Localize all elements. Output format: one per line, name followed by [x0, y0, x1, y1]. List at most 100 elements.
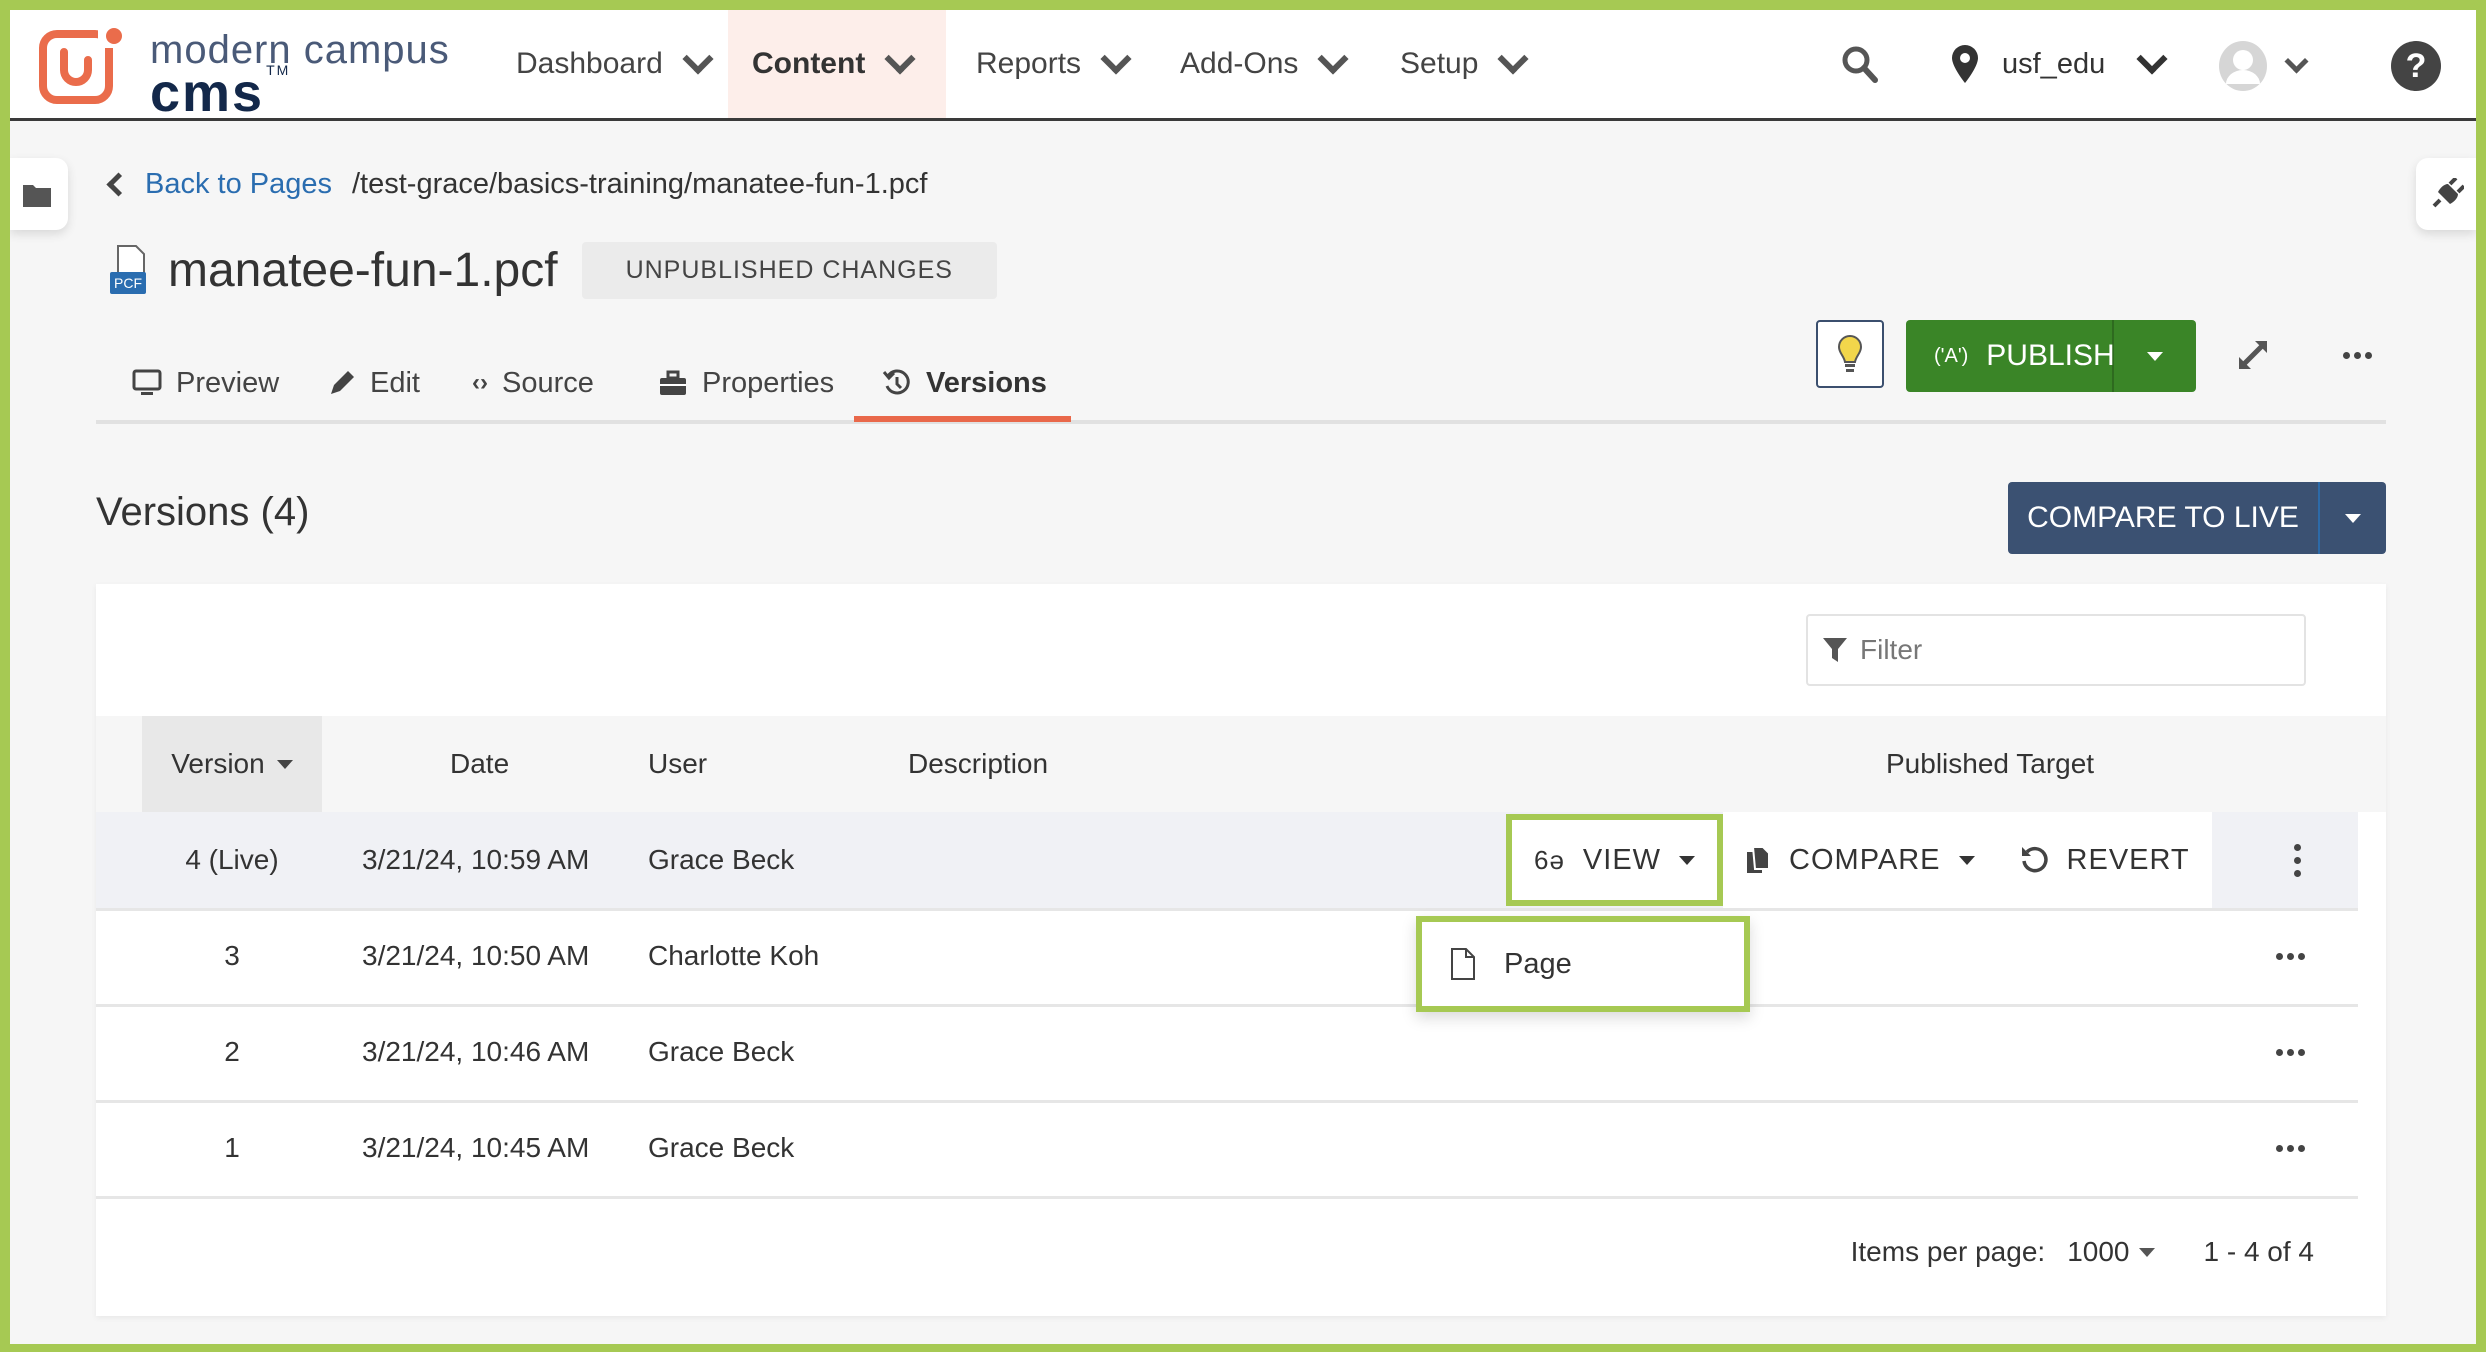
site-selector[interactable]: usf_edu — [1950, 32, 2168, 96]
view-menu: Page — [1416, 916, 1750, 1012]
page-title: PCF manatee-fun-1.pcf UNPUBLISHED CHANGE… — [110, 242, 997, 299]
row-menu-button[interactable] — [2276, 908, 2305, 1004]
user-cell: Grace Beck — [648, 1132, 795, 1163]
publish-main[interactable]: ('A') PUBLISH — [1906, 320, 2115, 392]
table-row[interactable]: 4 (Live) 3/21/24, 10:59 AM Grace Beck 6ə… — [96, 812, 2358, 911]
date-cell: 3/21/24, 10:45 AM — [362, 1132, 590, 1163]
chevron-down-icon — [1100, 43, 1132, 75]
column-header-version[interactable]: Version — [142, 716, 322, 812]
publish-label: PUBLISH — [1986, 339, 2115, 372]
chevron-down-icon — [884, 43, 916, 75]
table-row[interactable]: 2 3/21/24, 10:46 AM Grace Beck — [96, 1004, 2358, 1103]
tab-source[interactable]: ‹› Source — [472, 352, 594, 414]
version-cell: 3 — [224, 940, 240, 971]
tab-versions[interactable]: Versions — [854, 352, 1071, 422]
avatar — [2219, 41, 2267, 91]
chevron-down-icon — [1317, 43, 1349, 75]
caret-down-icon — [2139, 1247, 2156, 1257]
caret-down-icon — [1679, 855, 1696, 865]
nav-dashboard-label: Dashboard — [516, 47, 663, 80]
tab-properties[interactable]: Properties — [658, 352, 834, 414]
back-to-pages-link[interactable]: Back to Pages — [106, 168, 332, 201]
search-button[interactable] — [1834, 38, 1886, 90]
date-cell: 3/21/24, 10:59 AM — [362, 844, 590, 875]
logo[interactable]: modern campus cms TM — [38, 24, 458, 123]
user-cell: Grace Beck — [648, 1036, 795, 1067]
lightbulb-icon — [1837, 334, 1863, 372]
user-menu[interactable] — [2218, 38, 2309, 94]
column-header-published-target[interactable]: Published Target — [1886, 716, 2094, 812]
logo-cms-text: cms TM — [150, 62, 291, 123]
plug-icon — [2432, 178, 2464, 208]
nav-reports[interactable]: Reports — [952, 10, 1151, 118]
chevron-down-icon — [1497, 43, 1529, 75]
row-menu-button[interactable] — [2236, 812, 2358, 908]
row-menu-button[interactable] — [2276, 1004, 2305, 1100]
table-row[interactable]: 3 3/21/24, 10:50 AM Charlotte Koh — [96, 908, 2358, 1007]
column-header-date[interactable]: Date — [450, 716, 509, 812]
caret-down-icon — [2147, 351, 2163, 361]
more-horizontal-icon — [2342, 351, 2372, 359]
compare-to-live-button[interactable]: COMPARE TO LIVE — [2008, 482, 2386, 554]
chevron-left-icon — [106, 172, 131, 197]
sort-desc-icon — [276, 759, 293, 769]
help-icon: ? — [2391, 41, 2441, 91]
table-header: Version Date User Description Published … — [96, 716, 2386, 812]
folder-icon — [23, 185, 51, 207]
help-button[interactable]: ? — [2388, 38, 2444, 94]
nav-add-ons[interactable]: Add-Ons — [1156, 10, 1368, 118]
monitor-icon — [132, 369, 162, 395]
view-menu-item-page[interactable]: Page — [1504, 948, 1572, 981]
file-browser-toggle[interactable] — [10, 158, 68, 230]
tips-button[interactable] — [1816, 320, 1884, 388]
date-cell: 3/21/24, 10:46 AM — [362, 1036, 590, 1067]
nav-content-label: Content — [752, 47, 866, 80]
file-icon — [1451, 948, 1475, 980]
more-actions-button[interactable] — [2332, 340, 2382, 370]
publish-dropdown-toggle[interactable] — [2114, 351, 2196, 361]
filter-input[interactable] — [1858, 633, 2262, 667]
nav-dashboard[interactable]: Dashboard — [492, 10, 733, 118]
view-button[interactable]: 6ə VIEW — [1506, 814, 1724, 906]
version-cell: 2 — [224, 1036, 240, 1067]
nav-content[interactable]: Content — [728, 10, 946, 118]
compare-button[interactable]: COMPARE — [1723, 812, 1997, 908]
expand-icon — [2239, 341, 2267, 369]
back-to-pages-label: Back to Pages — [145, 168, 332, 200]
compare-to-live-main[interactable]: COMPARE TO LIVE — [2008, 482, 2320, 554]
top-nav: modern campus cms TM Dashboard Content Re… — [10, 10, 2476, 123]
items-per-page-label: Items per page: — [1850, 1236, 2046, 1267]
versions-heading: Versions (4) — [96, 490, 310, 534]
gadgets-toggle[interactable] — [2416, 158, 2476, 230]
tab-preview[interactable]: Preview — [132, 352, 279, 414]
table-row[interactable]: 1 3/21/24, 10:45 AM Grace Beck — [96, 1100, 2358, 1199]
search-icon — [1842, 46, 1878, 83]
fullscreen-button[interactable] — [2228, 330, 2278, 380]
filter-field[interactable] — [1806, 614, 2306, 686]
breadcrumb: Back to Pages /test-grace/basics-trainin… — [106, 168, 928, 201]
revert-button[interactable]: REVERT — [1996, 812, 2212, 908]
toolbox-icon — [660, 370, 686, 395]
pencil-icon — [331, 371, 354, 394]
column-header-user[interactable]: User — [648, 716, 707, 812]
broadcast-icon: ('A') — [1934, 344, 1969, 367]
history-icon — [882, 369, 910, 395]
publish-button[interactable]: ('A') PUBLISH — [1906, 320, 2196, 392]
column-header-description[interactable]: Description — [908, 716, 1048, 812]
pcf-file-icon: PCF — [110, 244, 154, 298]
date-cell: 3/21/24, 10:50 AM — [362, 940, 590, 971]
versions-table-card: Version Date User Description Published … — [96, 584, 2386, 1316]
nav-setup[interactable]: Setup — [1376, 10, 1548, 118]
nav-reports-label: Reports — [976, 47, 1082, 80]
tab-edit[interactable]: Edit — [328, 352, 420, 414]
items-per-page-select[interactable]: 1000 — [2067, 1236, 2156, 1268]
file-name: manatee-fun-1.pcf — [168, 244, 558, 297]
compare-to-live-dropdown-toggle[interactable] — [2320, 513, 2386, 523]
site-name: usf_edu — [2002, 47, 2106, 80]
caret-down-icon — [1958, 855, 1975, 865]
glasses-icon: 6ə — [1534, 844, 1565, 875]
file-path: /test-grace/basics-training/manatee-fun-… — [352, 168, 928, 200]
version-cell: 1 — [224, 1132, 240, 1163]
user-cell: Charlotte Koh — [648, 940, 820, 971]
row-menu-button[interactable] — [2276, 1100, 2305, 1196]
